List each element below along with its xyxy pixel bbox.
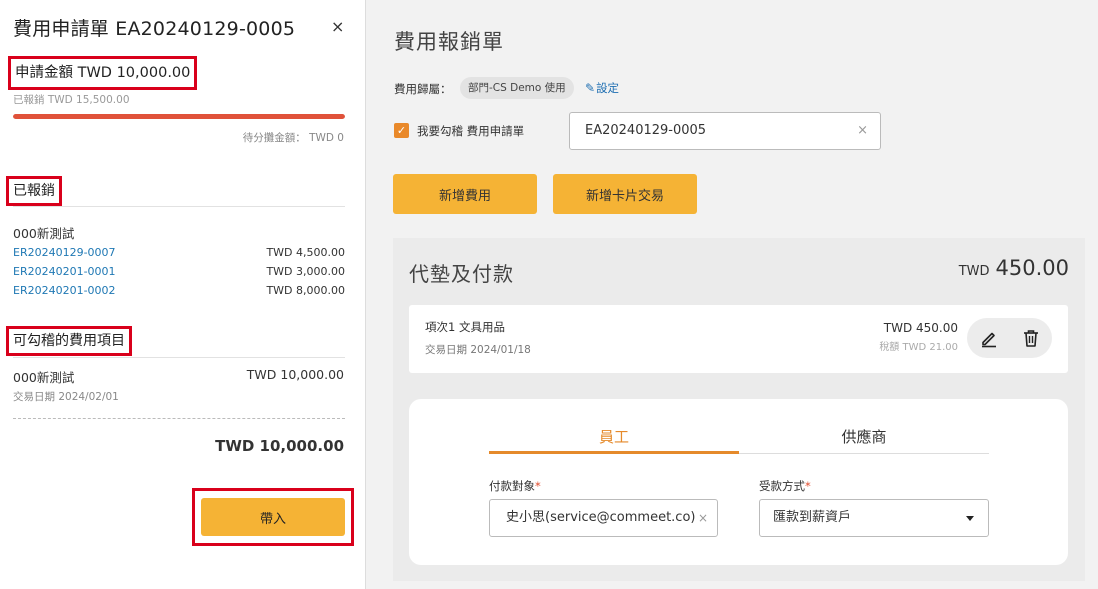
payment-method-select[interactable]: 匯款到薪資戶 [759, 499, 989, 537]
add-expense-button[interactable]: 新增費用 [393, 174, 537, 214]
edit-icon[interactable] [979, 328, 999, 348]
active-tab-indicator [489, 451, 739, 454]
payment-card: 員工 供應商 付款對象* 受款方式* 史小思(service@commeet.c… [409, 399, 1068, 565]
reconcile-checkbox[interactable]: ✓ [394, 123, 409, 138]
import-button[interactable]: 帶入 [201, 498, 345, 536]
reimbursed-group-label: 000新測試 [13, 226, 75, 241]
clear-icon[interactable]: × [857, 113, 868, 149]
page-title: 費用報銷單 [394, 30, 504, 54]
chevron-down-icon [966, 516, 974, 521]
payment-method-value: 匯款到薪資戶 [773, 510, 852, 525]
reimbursed-total: 已報銷 TWD 15,500.00 [13, 94, 130, 106]
expense-belong-label: 費用歸屬： [394, 82, 452, 96]
clear-payee-icon[interactable]: × [695, 500, 708, 536]
import-button-highlight: 帶入 [192, 488, 354, 546]
reimbursed-row: ER20240201-0001 TWD 3,000.00 [13, 265, 345, 283]
pencil-icon: ✎ [585, 81, 596, 95]
set-belong-link[interactable]: ✎設定 [585, 80, 619, 96]
reimbursement-amount: TWD 3,000.00 [266, 265, 345, 278]
payee-value: 史小思(service@commeet.co) [506, 510, 696, 525]
advance-amount: 450.00 [995, 256, 1069, 280]
tab-supplier[interactable]: 供應商 [739, 426, 989, 447]
payee-field[interactable]: 史小思(service@commeet.co) × [489, 499, 718, 537]
progress-fill [13, 114, 345, 119]
divider [13, 206, 345, 207]
expense-item-label: 項次1 文具用品 [425, 320, 505, 334]
checkable-item-date: 交易日期 2024/02/01 [13, 391, 119, 403]
requested-amount: 申請金額 TWD 10,000.00 [8, 56, 198, 90]
checkable-item-amount: TWD 10,000.00 [246, 367, 344, 382]
pending-allocation: 待分攤金額： TWD 0 [242, 132, 344, 144]
delete-icon[interactable] [1021, 328, 1041, 348]
expense-belong-chip: 部門-CS Demo 使用 [460, 77, 574, 99]
expense-item-tax: 稅額 TWD 21.00 [879, 342, 958, 353]
expense-request-select[interactable]: EA20240129-0005 × [569, 112, 881, 150]
item-actions [967, 318, 1052, 358]
advance-title: 代墊及付款 [409, 262, 514, 286]
expense-item-amount: TWD 450.00 [883, 321, 958, 335]
checkable-item-label: 000新測試 [13, 370, 75, 385]
advance-total: TWD 450.00 [959, 256, 1069, 280]
reimbursement-progress-bar [13, 114, 345, 119]
divider [13, 357, 345, 358]
expense-request-panel: 費用申請單 EA20240129-0005 × 申請金額 TWD 10,000.… [0, 0, 366, 589]
reimbursed-heading: 已報銷 [6, 176, 62, 206]
expense-request-value: EA20240129-0005 [585, 123, 707, 138]
payee-label: 付款對象* [489, 479, 541, 493]
dashed-divider [13, 418, 345, 419]
expense-item-card[interactable]: 項次1 文具用品 交易日期 2024/01/18 TWD 450.00 稅額 T… [409, 305, 1068, 373]
panel-title: 費用申請單 EA20240129-0005 [13, 18, 296, 40]
tab-employee[interactable]: 員工 [489, 426, 739, 447]
add-card-transaction-button[interactable]: 新增卡片交易 [553, 174, 697, 214]
reimbursement-link[interactable]: ER20240129-0007 [13, 246, 116, 259]
reimbursed-row: ER20240201-0002 TWD 8,000.00 [13, 284, 345, 302]
set-link-label: 設定 [596, 81, 620, 95]
reimbursement-link[interactable]: ER20240201-0002 [13, 284, 116, 297]
expense-item-date: 交易日期 2024/01/18 [425, 344, 531, 356]
checkable-total: TWD 10,000.00 [215, 437, 344, 455]
advance-payment-section: 代墊及付款 TWD 450.00 項次1 文具用品 交易日期 2024/01/18… [393, 238, 1085, 581]
reimbursed-row: ER20240129-0007 TWD 4,500.00 [13, 246, 345, 264]
reimbursement-amount: TWD 8,000.00 [266, 284, 345, 297]
reimbursement-amount: TWD 4,500.00 [266, 246, 345, 259]
reconcile-checkbox-label: 我要勾稽 費用申請單 [417, 124, 525, 138]
reimbursement-link[interactable]: ER20240201-0001 [13, 265, 116, 278]
advance-currency: TWD [958, 264, 990, 279]
checkable-items-heading: 可勾稽的費用項目 [6, 326, 132, 356]
payment-method-label: 受款方式* [759, 479, 811, 493]
expense-report-form: 費用報銷單 費用歸屬： 部門-CS Demo 使用 ✎設定 ✓ 我要勾稽 費用申… [366, 0, 1098, 589]
close-icon[interactable]: × [331, 17, 344, 36]
